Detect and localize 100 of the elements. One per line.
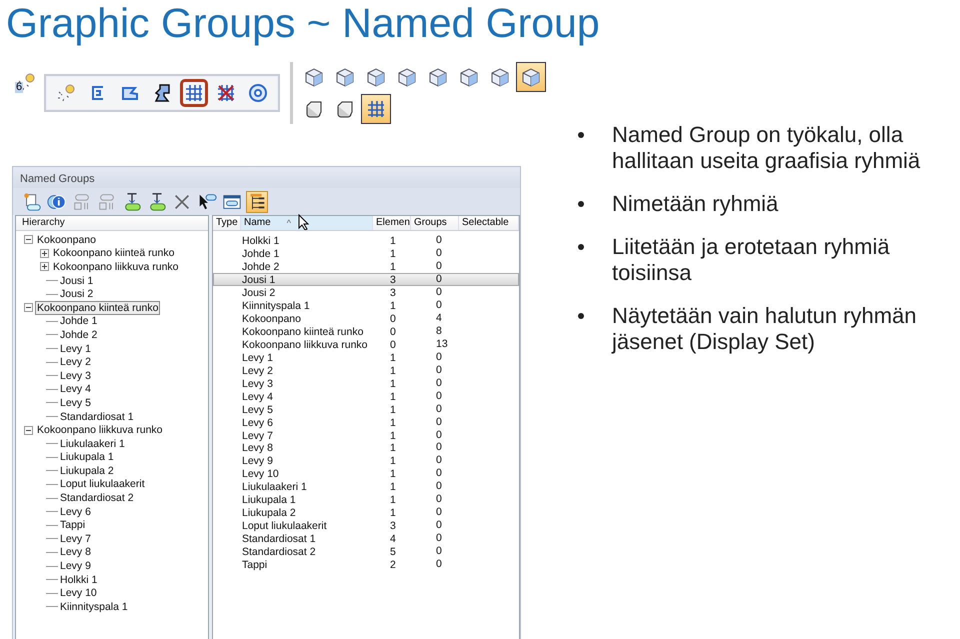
- tree-item[interactable]: Kokoonpano liikkuva runko: [51, 260, 180, 274]
- tree-item[interactable]: Tappi: [58, 518, 88, 532]
- tree-item[interactable]: Standardiosat 1: [58, 410, 136, 424]
- groups-cell: 0: [436, 506, 442, 518]
- tree-item[interactable]: Liukupala 2: [58, 464, 116, 478]
- elements-cell: 1: [390, 390, 396, 403]
- tree-item[interactable]: Loput liukulaakerit: [58, 477, 147, 492]
- elements-cell: 1: [390, 261, 396, 274]
- tree-item[interactable]: Levy 8: [58, 545, 93, 560]
- tree-item[interactable]: Levy 4: [58, 382, 93, 396]
- column-header[interactable]: Selectable: [459, 216, 519, 230]
- tree-item[interactable]: Levy 1: [58, 342, 93, 356]
- tree-item[interactable]: Liukupala 1: [58, 450, 116, 464]
- elements-cell: 1: [390, 300, 396, 312]
- table-row[interactable]: Holkki 1 1 0: [213, 234, 519, 247]
- tree-item[interactable]: Levy 3: [58, 368, 93, 383]
- groups-cell: 13: [436, 338, 448, 350]
- column-header[interactable]: Elemen: [373, 216, 411, 230]
- table-row[interactable]: Johde 2 1 0: [213, 260, 519, 273]
- name-cell: Kokoonpano kiinteä runko: [242, 326, 364, 338]
- tree-item[interactable]: Liukulaakeri 1: [58, 436, 127, 451]
- elements-cell: 1: [390, 235, 396, 248]
- elements-cell: 1: [390, 494, 396, 506]
- slide-title: Graphic Groups ~ Named Group: [5, 0, 601, 46]
- table-row[interactable]: Loput liukulaakerit 3 0: [213, 518, 519, 532]
- bullet-icon: [578, 313, 584, 319]
- groups-cell: 0: [436, 402, 442, 415]
- groups-cell: 0: [436, 416, 442, 428]
- name-cell: Tappi: [242, 558, 268, 571]
- tree-item[interactable]: Levy 9: [58, 559, 93, 574]
- name-cell: Standardiosat 1: [242, 533, 316, 546]
- table-row[interactable]: Kiinnityspala 1 1 0: [213, 298, 519, 312]
- table-row[interactable]: Kokoonpano liikkuva runko 0 13: [213, 338, 519, 350]
- table-row[interactable]: Tappi 2 0: [213, 557, 519, 570]
- table-row[interactable]: Jousi 1 3 0: [213, 272, 519, 286]
- grid-crossed-icon: [215, 82, 237, 104]
- elements-cell: 0: [390, 326, 396, 338]
- tree-item[interactable]: Jousi 2: [58, 287, 96, 302]
- table-row[interactable]: Levy 2 1 0: [213, 363, 519, 376]
- elements-cell: 1: [390, 481, 396, 494]
- expand-icon[interactable]: [40, 262, 49, 272]
- table-row[interactable]: Standardiosat 2 5 0: [213, 544, 519, 558]
- elements-cell: 1: [390, 442, 396, 454]
- table-row[interactable]: Levy 6 1 0: [213, 415, 519, 428]
- column-header[interactable]: Hierarchy: [16, 216, 208, 231]
- tree-item[interactable]: Kiinnityspala 1: [58, 600, 130, 614]
- tree-item[interactable]: Kokoonpano liikkuva runko: [35, 423, 164, 438]
- groups-cell: 0: [436, 260, 442, 272]
- tool-button[interactable]: [246, 190, 268, 212]
- view-button[interactable]: [516, 62, 546, 92]
- collapse-icon[interactable]: [24, 303, 33, 312]
- tree-item[interactable]: Kokoonpano kiinteä runko: [35, 300, 160, 315]
- table-row[interactable]: Levy 7 1 0: [213, 428, 519, 441]
- expand-icon[interactable]: [40, 248, 49, 258]
- tree-item[interactable]: Johde 2: [58, 328, 100, 342]
- table-row[interactable]: Kokoonpano kiinteä runko 0 8: [213, 324, 519, 338]
- tree-item[interactable]: Levy 2: [58, 355, 93, 370]
- groups-cell: 0: [436, 454, 442, 466]
- column-header[interactable]: Groups: [411, 216, 459, 230]
- table-row[interactable]: Levy 10 1 0: [213, 466, 519, 480]
- tree-item[interactable]: Levy 5: [58, 396, 93, 410]
- groups-cell: 0: [436, 299, 442, 312]
- collapse-icon[interactable]: [24, 235, 33, 244]
- new-group-icon: [22, 190, 42, 212]
- table-row[interactable]: Standardiosat 1 4 0: [213, 532, 519, 544]
- table-row[interactable]: Kokoonpano 0 4: [213, 312, 519, 325]
- tree-item[interactable]: Standardiosat 2: [58, 491, 136, 506]
- tree-item[interactable]: Johde 1: [58, 314, 100, 328]
- table-row[interactable]: Levy 4 1 0: [213, 389, 519, 402]
- elements-cell: 1: [390, 468, 396, 480]
- elements-cell: 1: [390, 364, 396, 377]
- elements-cell: 4: [390, 533, 396, 546]
- tree-item[interactable]: Levy 10: [58, 586, 99, 600]
- table-row[interactable]: Johde 1 1 0: [213, 246, 519, 260]
- view-button[interactable]: [361, 94, 391, 124]
- tree-item[interactable]: Levy 6: [58, 504, 93, 519]
- cube-icon: [365, 66, 387, 88]
- table-row[interactable]: Levy 5 1 0: [213, 402, 519, 416]
- tree-item[interactable]: Kokoonpano kiinteä runko: [51, 246, 176, 260]
- tree-item[interactable]: Holkki 1: [58, 572, 100, 587]
- table-row[interactable]: Liukulaakeri 1 1 0: [213, 480, 519, 493]
- bullet-text: Named Group on työkalu, olla hallitaan useita graafisia ryhmiä: [612, 122, 922, 174]
- tree-item[interactable]: Levy 7: [58, 532, 93, 546]
- table-row[interactable]: Levy 3 1 0: [213, 376, 519, 390]
- table-row[interactable]: Jousi 2 3 0: [213, 286, 519, 299]
- groups-cell: 0: [436, 428, 442, 441]
- table-row[interactable]: Liukupala 1 1 0: [213, 492, 519, 506]
- table-row[interactable]: Levy 8 1 0: [213, 441, 519, 454]
- column-header[interactable]: Name ^: [241, 216, 373, 230]
- cube-icon: [520, 66, 542, 88]
- collapse-icon[interactable]: [24, 426, 33, 435]
- elements-cell: 3: [390, 520, 396, 532]
- table-row[interactable]: Liukupala 2 1 0: [213, 506, 519, 519]
- table-row[interactable]: Levy 1 1 0: [213, 350, 519, 364]
- groups-cell: 0: [436, 532, 442, 544]
- table-row[interactable]: Levy 9 1 0: [213, 454, 519, 467]
- tree-item[interactable]: Kokoonpano: [35, 232, 98, 247]
- name-cell: Levy 8: [242, 442, 273, 454]
- groups-cell: 0: [436, 364, 442, 376]
- tree-item[interactable]: Jousi 1: [58, 274, 96, 288]
